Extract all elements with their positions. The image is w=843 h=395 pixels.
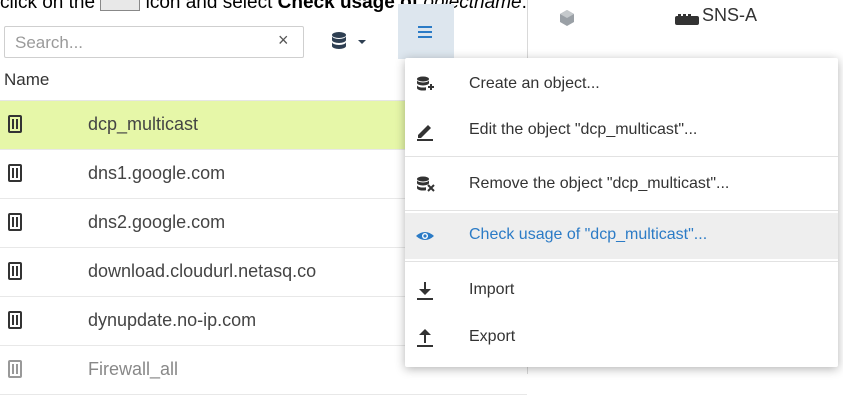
server-icon xyxy=(8,360,22,378)
server-icon xyxy=(8,164,22,182)
caption-bold: Check usage of xyxy=(277,0,419,13)
column-header-label: Name xyxy=(4,70,50,89)
cube-icon xyxy=(560,10,574,26)
menu-item-label: Remove the object "dcp_multicast"... xyxy=(469,175,730,192)
chevron-down-icon xyxy=(358,40,366,44)
right-panel-header: SNS-A xyxy=(528,0,843,60)
database-filter-button[interactable] xyxy=(326,26,376,58)
menu-item-remove-object[interactable]: Remove the object "dcp_multicast"... xyxy=(405,162,838,208)
object-name: dynupdate.no-ip.com xyxy=(88,310,257,330)
hamburger-icon xyxy=(418,26,432,38)
database-add-icon xyxy=(416,76,434,91)
object-name: Firewall_all xyxy=(88,359,179,379)
menu-item-export[interactable]: Export xyxy=(405,315,838,361)
caption-middle: icon and select xyxy=(145,0,273,13)
server-icon xyxy=(8,115,22,133)
menu-separator xyxy=(405,261,838,262)
pencil-icon xyxy=(417,125,433,141)
server-icon xyxy=(8,262,22,280)
menu-button[interactable] xyxy=(398,4,454,59)
search-input[interactable] xyxy=(13,32,267,54)
server-icon xyxy=(8,213,22,231)
database-remove-icon xyxy=(416,176,435,192)
firewall-device-icon xyxy=(675,14,699,25)
clear-search-icon[interactable]: × xyxy=(278,30,289,51)
object-name: dns2.google.com xyxy=(88,212,226,232)
menu-item-label: Import xyxy=(469,281,515,298)
eye-icon xyxy=(416,232,434,240)
actions-menu: Create an object... Edit the object "dcp… xyxy=(405,58,838,367)
menu-item-label: Create an object... xyxy=(469,75,600,92)
download-icon xyxy=(417,282,433,300)
object-name: download.cloudurl.netasq.co xyxy=(88,261,317,281)
menu-icon-reference xyxy=(100,0,141,11)
menu-separator xyxy=(405,156,838,157)
caption-prefix: click on the xyxy=(0,0,96,13)
menu-item-import[interactable]: Import xyxy=(405,268,838,314)
menu-item-label: Check usage of "dcp_multicast"... xyxy=(469,226,708,243)
database-icon xyxy=(332,32,366,49)
menu-item-label: Export xyxy=(469,328,516,345)
device-label: SNS-A xyxy=(702,5,758,25)
search-box[interactable]: × xyxy=(4,26,304,58)
upload-icon xyxy=(417,329,433,347)
menu-item-label: Edit the object "dcp_multicast"... xyxy=(469,121,698,138)
menu-separator xyxy=(405,210,838,211)
menu-item-edit-object[interactable]: Edit the object "dcp_multicast"... xyxy=(405,108,838,154)
menu-item-check-usage[interactable]: Check usage of "dcp_multicast"... xyxy=(405,213,838,259)
server-icon xyxy=(8,311,22,329)
menu-item-create-object[interactable]: Create an object... xyxy=(405,62,838,108)
object-name: dns1.google.com xyxy=(88,163,226,183)
object-name: dcp_multicast xyxy=(88,114,199,134)
